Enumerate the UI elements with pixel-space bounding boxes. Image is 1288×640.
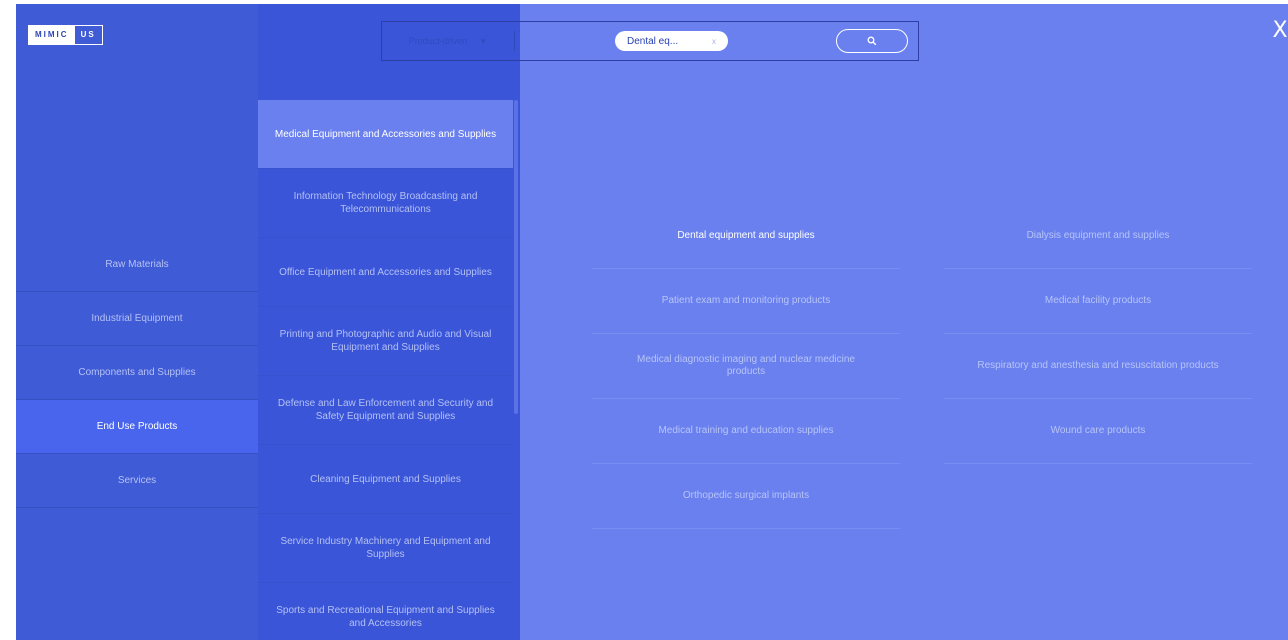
close-icon[interactable]: x [712,37,716,46]
level3-item[interactable]: Dialysis equipment and supplies [944,204,1252,269]
level2-item[interactable]: Information Technology Broadcasting and … [258,169,513,238]
level2-item-label: Printing and Photographic and Audio and … [279,329,492,353]
close-button[interactable]: X [1270,18,1288,44]
level2-item[interactable]: Service Industry Machinery and Equipment… [258,514,513,583]
level3-item[interactable]: Orthopedic surgical implants [592,464,900,529]
level3-item[interactable]: Wound care products [944,399,1252,464]
level3-column: Dental equipment and supplies Dialysis eq… [520,4,1288,640]
level1-item[interactable]: End Use Products [16,400,258,454]
search-button[interactable] [836,29,908,53]
category-browser-overlay: MIMIC US Raw Materials Industrial Equipme… [16,4,1288,640]
level3-item-label: Patient exam and monitoring products [661,295,831,306]
level2-item-label: Service Industry Machinery and Equipment… [280,536,491,560]
filter-chip-label: Dental eq... [627,35,679,47]
level2-item-label: Office Equipment and Accessories and Sup… [279,266,492,278]
search-mode-select[interactable]: Product-driven ▼ [382,22,514,60]
level3-item-label: Medical facility products [1044,295,1152,306]
level3-item[interactable]: Patient exam and monitoring products [592,269,900,334]
level3-item[interactable]: Medical facility products [944,269,1252,334]
level3-item[interactable]: Medical training and education supplies [592,399,900,464]
level3-item-label: Wound care products [1050,425,1146,436]
level3-item[interactable]: Dental equipment and supplies [592,204,900,269]
level2-item[interactable]: Defense and Law Enforcement and Security… [258,376,513,445]
search-mode-label: Product-driven [408,36,468,46]
level3-item[interactable]: Respiratory and anesthesia and resuscita… [944,334,1252,399]
level3-item-label: Medical diagnostic imaging and nuclear m… [637,354,855,377]
level1-item[interactable]: Industrial Equipment [16,292,258,346]
level2-item[interactable]: Cleaning Equipment and Supplies [258,445,513,514]
level3-item-label: Dialysis equipment and supplies [1026,230,1170,241]
level2-item[interactable]: Office Equipment and Accessories and Sup… [258,238,513,307]
level2-item-label: Information Technology Broadcasting and … [293,191,478,215]
logo[interactable]: MIMIC US [28,25,103,45]
level2-column: Medical Equipment and Accessories and Su… [258,4,520,640]
chevron-down-icon: ▼ [479,36,488,46]
level2-item-label: Defense and Law Enforcement and Security… [277,398,494,422]
level2-item[interactable]: Medical Equipment and Accessories and Su… [258,100,513,169]
level3-item-label: Medical training and education supplies [658,425,834,436]
level3-item-label: Dental equipment and supplies [677,230,815,241]
search-icon [867,36,877,46]
divider [514,31,515,51]
level3-item-label: Respiratory and anesthesia and resuscita… [977,360,1219,371]
level2-item[interactable]: Sports and Recreational Equipment and Su… [258,583,513,640]
level2-scrollbar[interactable] [514,100,518,414]
logo-us: US [80,30,96,39]
filter-chip[interactable]: Dental eq... x [615,31,728,51]
level2-list: Medical Equipment and Accessories and Su… [258,100,513,640]
level3-item-label: Orthopedic surgical implants [682,490,810,501]
level3-item[interactable]: Medical diagnostic imaging and nuclear m… [592,334,900,399]
level1-list: Raw Materials Industrial Equipment Compone… [16,238,258,508]
search-bar: Product-driven ▼ Dental eq... x [381,21,919,61]
level1-item[interactable]: Services [16,454,258,508]
logo-mimic: MIMIC [29,26,75,44]
level2-item-label: Cleaning Equipment and Supplies [310,473,461,485]
level2-item-label: Medical Equipment and Accessories and Su… [274,128,497,140]
level1-item[interactable]: Raw Materials [16,238,258,292]
level1-column: MIMIC US Raw Materials Industrial Equipme… [16,4,258,640]
level2-item[interactable]: Printing and Photographic and Audio and … [258,307,513,376]
level1-item[interactable]: Components and Supplies [16,346,258,400]
level2-item-label: Sports and Recreational Equipment and Su… [276,605,495,629]
